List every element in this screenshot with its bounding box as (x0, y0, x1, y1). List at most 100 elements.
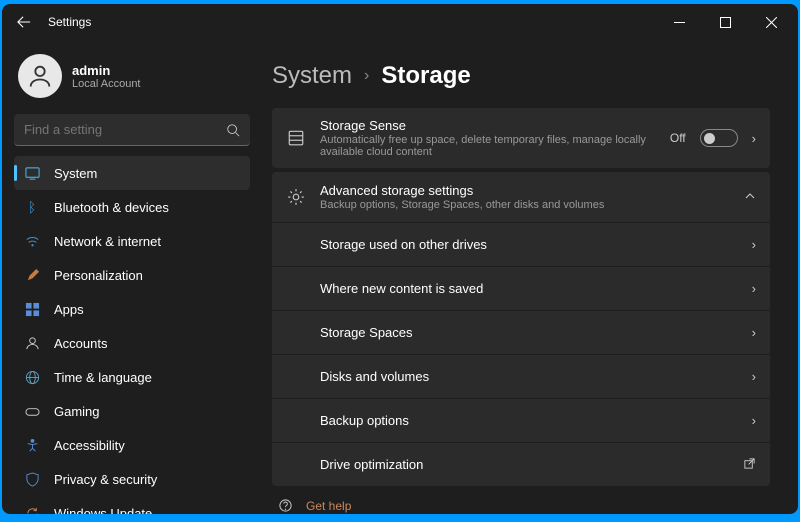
drive-optimization-row[interactable]: Drive optimization (272, 442, 770, 486)
settings-window: Settings admin Local Account (2, 4, 798, 514)
window-controls (656, 4, 794, 40)
advanced-title: Advanced storage settings (320, 183, 730, 198)
titlebar: Settings (2, 4, 798, 40)
search-icon (226, 123, 240, 137)
sidebar-item-personalization[interactable]: Personalization (14, 258, 250, 292)
sidebar-item-accounts[interactable]: Accounts (14, 326, 250, 360)
breadcrumb-current: Storage (381, 62, 470, 90)
storage-icon (286, 129, 306, 147)
apps-icon (24, 301, 40, 317)
nav-label: Apps (54, 302, 84, 317)
sidebar-item-network[interactable]: Network & internet (14, 224, 250, 258)
nav-label: Bluetooth & devices (54, 200, 169, 215)
nav-label: Accounts (54, 336, 107, 351)
minimize-button[interactable] (656, 4, 702, 40)
sidebar-item-gaming[interactable]: Gaming (14, 394, 250, 428)
sidebar-item-privacy[interactable]: Privacy & security (14, 462, 250, 496)
disks-volumes-row[interactable]: Disks and volumes › (272, 354, 770, 398)
maximize-button[interactable] (702, 4, 748, 40)
system-icon (24, 165, 40, 181)
sidebar-item-system[interactable]: System (14, 156, 250, 190)
avatar (18, 54, 62, 98)
minimize-icon (674, 17, 685, 28)
brush-icon (24, 267, 40, 283)
toggle-state-label: Off (670, 131, 686, 145)
where-new-content-row[interactable]: Where new content is saved › (272, 266, 770, 310)
advanced-storage-card: Advanced storage settings Backup options… (272, 172, 770, 486)
advanced-subtitle: Backup options, Storage Spaces, other di… (320, 199, 730, 211)
nav-label: Accessibility (54, 438, 125, 453)
advanced-storage-header[interactable]: Advanced storage settings Backup options… (272, 172, 770, 222)
nav-label: System (54, 166, 97, 181)
chevron-right-icon: › (752, 369, 756, 384)
back-button[interactable] (6, 4, 42, 40)
chevron-right-icon: › (752, 413, 756, 428)
close-button[interactable] (748, 4, 794, 40)
storage-sense-toggle[interactable] (700, 129, 738, 147)
storage-sense-card: Storage Sense Automatically free up spac… (272, 108, 770, 168)
search-box[interactable] (14, 114, 250, 146)
close-icon (766, 17, 777, 28)
sidebar-item-apps[interactable]: Apps (14, 292, 250, 326)
sidebar-item-time[interactable]: Time & language (14, 360, 250, 394)
update-icon (24, 505, 40, 514)
sidebar: admin Local Account System ᛒ Bluetooth & … (2, 40, 262, 514)
storage-sense-subtitle: Automatically free up space, delete temp… (320, 134, 656, 158)
sidebar-item-bluetooth[interactable]: ᛒ Bluetooth & devices (14, 190, 250, 224)
get-help-link[interactable]: Get help (272, 490, 770, 514)
nav-list: System ᛒ Bluetooth & devices Network & in… (14, 156, 250, 514)
row-label: Storage Spaces (320, 325, 738, 340)
chevron-right-icon: › (752, 237, 756, 252)
sidebar-item-update[interactable]: Windows Update (14, 496, 250, 514)
external-link-icon (743, 457, 756, 473)
row-label: Backup options (320, 413, 738, 428)
advanced-sub-list: Storage used on other drives › Where new … (272, 222, 770, 486)
breadcrumb-parent[interactable]: System (272, 62, 352, 90)
nav-label: Gaming (54, 404, 100, 419)
storage-other-drives-row[interactable]: Storage used on other drives › (272, 222, 770, 266)
row-label: Where new content is saved (320, 281, 738, 296)
nav-label: Network & internet (54, 234, 161, 249)
storage-sense-row[interactable]: Storage Sense Automatically free up spac… (272, 108, 770, 168)
back-arrow-icon (17, 15, 31, 29)
sidebar-item-accessibility[interactable]: Accessibility (14, 428, 250, 462)
gaming-icon (24, 403, 40, 419)
main-panel: System › Storage Storage Sense Automatic… (262, 40, 798, 514)
advanced-storage-text: Advanced storage settings Backup options… (320, 183, 730, 211)
globe-icon (24, 369, 40, 385)
window-title: Settings (48, 15, 91, 29)
chevron-right-icon: › (364, 67, 369, 85)
help-icon (276, 498, 294, 513)
row-label: Drive optimization (320, 457, 729, 472)
chevron-up-icon (744, 190, 756, 205)
person-icon (26, 62, 54, 90)
storage-spaces-row[interactable]: Storage Spaces › (272, 310, 770, 354)
bluetooth-icon: ᛒ (24, 199, 40, 215)
row-label: Storage used on other drives (320, 237, 738, 252)
storage-sense-text: Storage Sense Automatically free up spac… (320, 118, 656, 158)
accounts-icon (24, 335, 40, 351)
content-area: admin Local Account System ᛒ Bluetooth & … (2, 40, 798, 514)
storage-sense-controls: Off › (670, 129, 756, 147)
backup-options-row[interactable]: Backup options › (272, 398, 770, 442)
profile-account-type: Local Account (72, 78, 141, 90)
chevron-right-icon: › (752, 325, 756, 340)
wifi-icon (24, 233, 40, 249)
chevron-right-icon: › (752, 281, 756, 296)
row-label: Disks and volumes (320, 369, 738, 384)
nav-label: Personalization (54, 268, 143, 283)
accessibility-icon (24, 437, 40, 453)
profile-name: admin (72, 63, 141, 78)
nav-label: Privacy & security (54, 472, 157, 487)
nav-label: Time & language (54, 370, 152, 385)
storage-sense-title: Storage Sense (320, 118, 656, 133)
search-input[interactable] (24, 122, 226, 137)
breadcrumb: System › Storage (272, 62, 770, 90)
chevron-right-icon: › (752, 131, 756, 146)
profile-block[interactable]: admin Local Account (14, 46, 250, 114)
gear-icon (286, 188, 306, 206)
nav-label: Windows Update (54, 506, 152, 515)
maximize-icon (720, 17, 731, 28)
shield-icon (24, 471, 40, 487)
profile-text: admin Local Account (72, 63, 141, 90)
